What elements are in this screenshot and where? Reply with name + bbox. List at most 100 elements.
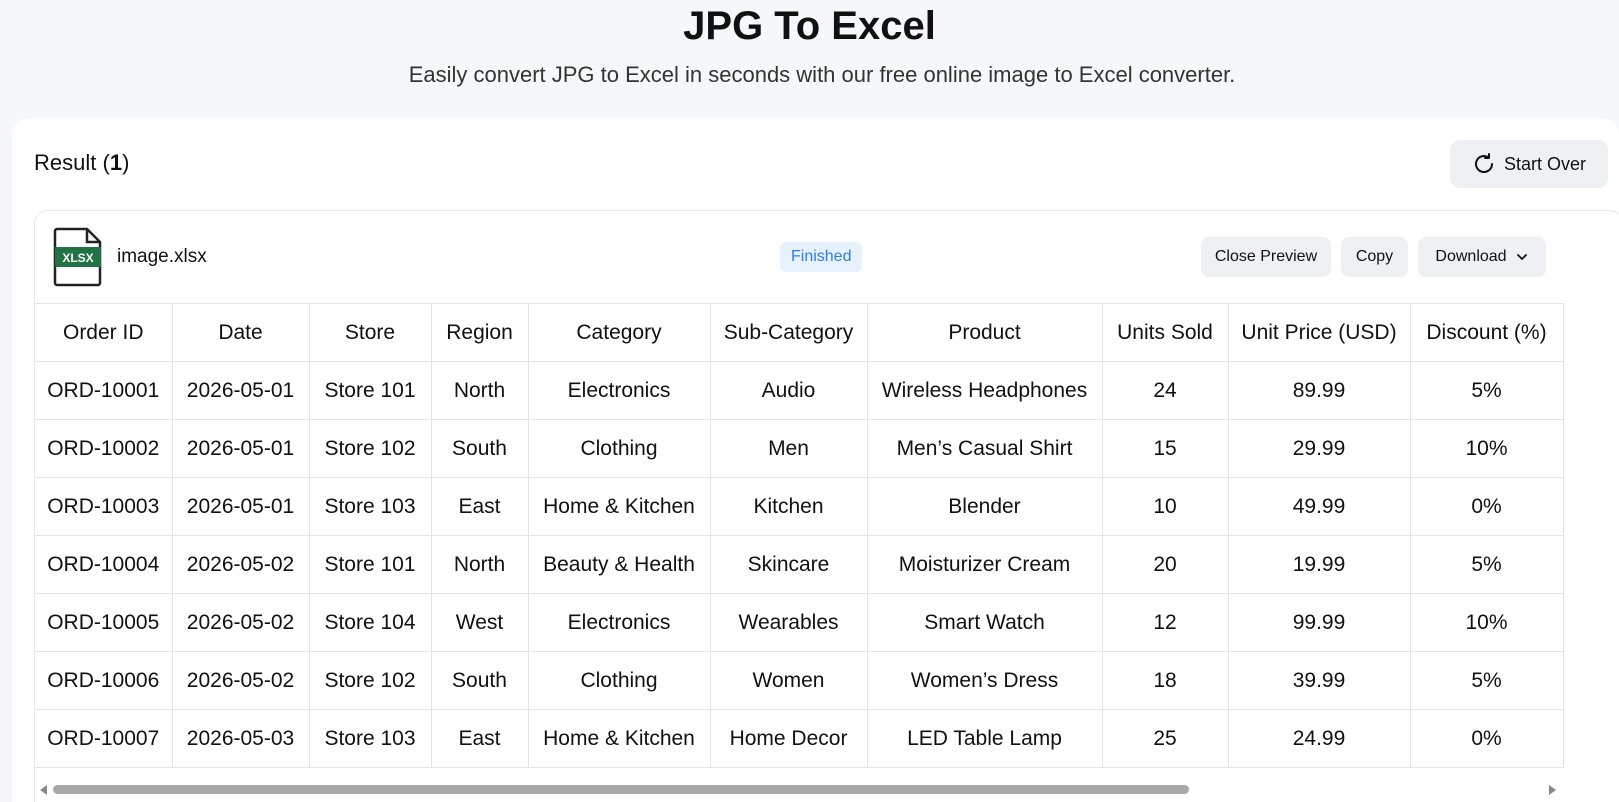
table-cell: 2026-05-03 [171, 709, 310, 768]
table-cell: West [430, 593, 529, 652]
table-cell: South [430, 419, 529, 478]
start-over-label: Start Over [1503, 153, 1587, 174]
table-cell: 5% [1409, 651, 1564, 710]
table-cell: Beauty & Health [527, 535, 711, 594]
table-cell: ORD-10005 [35, 593, 173, 652]
table-row: ORD-10005 2026-05-02 Store 104 West Elec… [35, 593, 1564, 652]
column-header: Product [866, 303, 1103, 362]
table-cell: 10% [1409, 419, 1564, 478]
column-header: Unit Price (USD) [1227, 303, 1411, 362]
table-cell: Men’s Casual Shirt [866, 419, 1103, 478]
table-cell: Blender [866, 477, 1103, 536]
table-cell: ORD-10006 [35, 651, 173, 710]
result-heading: Result (1) [34, 150, 130, 175]
scrollbar-thumb[interactable] [53, 785, 1189, 794]
table-header-row: Order ID Date Store Region Category Sub-… [35, 303, 1564, 362]
chevron-down-icon [1516, 254, 1527, 260]
download-label: Download [1435, 248, 1507, 265]
table-cell: 12 [1101, 593, 1229, 652]
table-cell: Store 104 [308, 593, 432, 652]
file-panel: XLSX image.xlsx Finished Close Preview C… [34, 210, 1619, 802]
column-header: Region [430, 303, 529, 362]
preview-table: Order ID Date Store Region Category Sub-… [35, 303, 1564, 768]
scroll-left-arrow-icon[interactable] [40, 785, 47, 795]
column-header: Units Sold [1101, 303, 1229, 362]
table-cell: 0% [1409, 477, 1564, 536]
table-cell: 39.99 [1227, 651, 1411, 710]
table-cell: 18 [1101, 651, 1229, 710]
table-cell: Clothing [527, 419, 711, 478]
table-cell: East [430, 709, 529, 768]
preview-table-container[interactable]: Order ID Date Store Region Category Sub-… [35, 303, 1619, 783]
table-row: ORD-10002 2026-05-01 Store 102 South Clo… [35, 419, 1564, 478]
table-cell: Wearables [709, 593, 868, 652]
xlsx-file-icon: XLSX [53, 227, 102, 287]
table-cell: Men [709, 419, 868, 478]
table-cell: 49.99 [1227, 477, 1411, 536]
table-cell: 10 [1101, 477, 1229, 536]
table-row: ORD-10004 2026-05-02 Store 101 North Bea… [35, 535, 1564, 594]
table-cell: Home & Kitchen [527, 709, 711, 768]
column-header: Category [527, 303, 711, 362]
table-cell: Store 102 [308, 419, 432, 478]
table-cell: 25 [1101, 709, 1229, 768]
table-cell: 5% [1409, 535, 1564, 594]
table-row: ORD-10007 2026-05-03 Store 103 East Home… [35, 709, 1564, 768]
start-over-button[interactable]: Start Over [1450, 140, 1608, 188]
column-header: Order ID [35, 303, 173, 362]
copy-button[interactable]: Copy [1341, 237, 1408, 277]
table-cell: Home & Kitchen [527, 477, 711, 536]
table-cell: 24 [1101, 361, 1229, 420]
table-cell: North [430, 535, 529, 594]
column-header: Sub-Category [709, 303, 868, 362]
table-cell: Store 102 [308, 651, 432, 710]
close-preview-label: Close Preview [1214, 248, 1318, 265]
table-cell: 0% [1409, 709, 1564, 768]
table-cell: Kitchen [709, 477, 868, 536]
table-cell: Electronics [527, 361, 711, 420]
table-cell: Audio [709, 361, 868, 420]
xlsx-icon-label: XLSX [62, 251, 93, 265]
table-cell: ORD-10003 [35, 477, 173, 536]
column-header: Store [308, 303, 432, 362]
table-cell: 15 [1101, 419, 1229, 478]
download-button[interactable]: Download [1418, 237, 1546, 277]
page-title: JPG To Excel [683, 4, 936, 48]
file-name: image.xlsx [117, 246, 207, 267]
close-preview-button[interactable]: Close Preview [1201, 237, 1331, 277]
table-cell: North [430, 361, 529, 420]
table-cell: South [430, 651, 529, 710]
result-card: Result (1) Start Over XLSX image.xlsx Fi… [12, 118, 1619, 802]
page-subtitle: Easily convert JPG to Excel in seconds w… [408, 62, 1236, 87]
table-cell: ORD-10002 [35, 419, 173, 478]
table-cell: 5% [1409, 361, 1564, 420]
table-row: ORD-10001 2026-05-01 Store 101 North Ele… [35, 361, 1564, 420]
table-cell: Electronics [527, 593, 711, 652]
table-cell: Home Decor [709, 709, 868, 768]
table-cell: 2026-05-02 [171, 593, 310, 652]
horizontal-scrollbar[interactable] [35, 783, 1619, 797]
table-cell: LED Table Lamp [866, 709, 1103, 768]
table-cell: Store 103 [308, 477, 432, 536]
table-cell: Skincare [709, 535, 868, 594]
table-cell: Clothing [527, 651, 711, 710]
table-cell: 20 [1101, 535, 1229, 594]
table-cell: East [430, 477, 529, 536]
table-cell: 89.99 [1227, 361, 1411, 420]
result-label: Result [34, 150, 97, 175]
table-cell: Wireless Headphones [866, 361, 1103, 420]
table-cell: ORD-10001 [35, 361, 173, 420]
table-cell: Store 103 [308, 709, 432, 768]
table-cell: Store 101 [308, 535, 432, 594]
table-cell: 2026-05-02 [171, 535, 310, 594]
column-header: Date [171, 303, 310, 362]
table-cell: 10% [1409, 593, 1564, 652]
status-badge: Finished [780, 242, 863, 272]
table-cell: 2026-05-01 [171, 361, 310, 420]
table-cell: 19.99 [1227, 535, 1411, 594]
table-cell: 24.99 [1227, 709, 1411, 768]
column-header: Discount (%) [1409, 303, 1564, 362]
scroll-right-arrow-icon[interactable] [1549, 785, 1556, 795]
table-cell: Smart Watch [866, 593, 1103, 652]
refresh-icon [1475, 153, 1493, 173]
